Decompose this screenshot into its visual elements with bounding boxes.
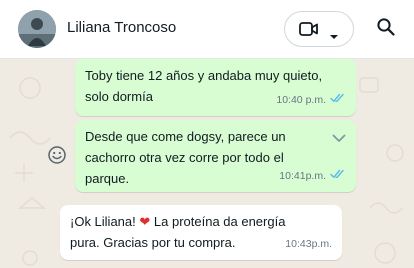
message-line: ¡Ok Liliana! ❤ La proteína da energía	[70, 211, 285, 232]
double-check-icon	[330, 90, 346, 111]
message-time: 10:41p.m.	[279, 170, 326, 182]
search-icon[interactable]	[376, 17, 396, 42]
message-text-part: ¡Ok Liliana!	[70, 214, 140, 229]
message-line: Toby tiene 12 años y andaba muy quieto,	[85, 68, 323, 83]
message-bubble-outgoing[interactable]: Desde que come dogsy, parece un cachorro…	[75, 120, 356, 192]
message-meta: 10:40 p.m.	[276, 90, 346, 111]
message-line: parque.	[85, 171, 130, 186]
video-call-icon	[299, 21, 319, 42]
message-bubble-outgoing[interactable]: Toby tiene 12 años y andaba muy quieto, …	[75, 59, 356, 116]
heart-emoji: ❤	[139, 214, 151, 229]
emoji-icon[interactable]	[47, 145, 67, 170]
message-text: Desde que come dogsy, parece un cachorro…	[85, 126, 286, 189]
chevron-down-icon[interactable]	[329, 27, 339, 45]
message-bubble-incoming[interactable]: ¡Ok Liliana! ❤ La proteína da energía pu…	[60, 205, 342, 260]
video-call-button[interactable]	[284, 11, 354, 47]
message-time: 10:40 p.m.	[276, 94, 326, 106]
message-time: 10:43p.m.	[285, 238, 332, 250]
chat-header: Liliana Troncoso	[0, 0, 414, 59]
double-check-icon	[330, 166, 346, 187]
message-text-part: La proteína da energía	[150, 214, 286, 229]
message-text: ¡Ok Liliana! ❤ La proteína da energía pu…	[70, 211, 285, 253]
message-menu-chevron-icon[interactable]	[332, 128, 346, 149]
message-line: pura. Gracias por tu compra.	[70, 235, 236, 250]
message-line: Desde que come dogsy, parece un	[85, 129, 286, 144]
message-meta: 10:41p.m.	[279, 166, 346, 187]
contact-name[interactable]: Liliana Troncoso	[67, 19, 176, 36]
message-line: cachorro otra vez corre por todo el	[85, 150, 284, 165]
message-meta: 10:43p.m.	[285, 234, 332, 255]
avatar[interactable]	[18, 10, 56, 48]
